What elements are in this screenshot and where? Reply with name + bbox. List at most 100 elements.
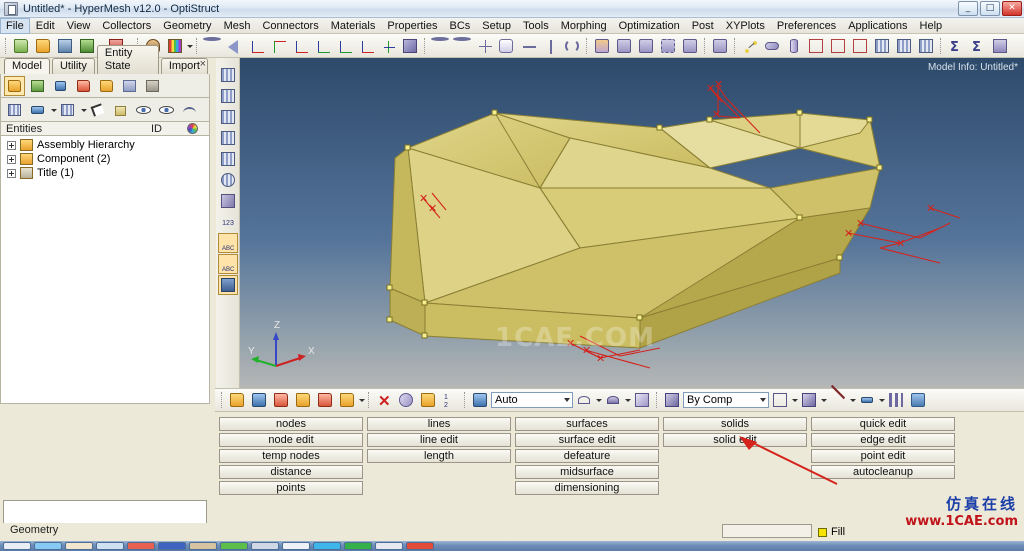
by-comp-chevron-down-icon[interactable] <box>760 398 766 402</box>
element-color-icon[interactable] <box>662 390 682 410</box>
taskbar-item[interactable] <box>313 542 341 550</box>
command-button-edge-edit[interactable]: edge edit <box>811 433 955 447</box>
status-field-left[interactable] <box>722 524 812 538</box>
menu-item-edit[interactable]: Edit <box>30 18 61 34</box>
mesh-circle-icon[interactable] <box>218 170 238 190</box>
mesh-display-icon[interactable] <box>218 65 238 85</box>
color-palette-icon[interactable] <box>165 36 185 56</box>
taskbar-item[interactable] <box>406 542 434 550</box>
command-button-point-edit[interactable]: point edit <box>811 449 955 463</box>
shaded-cube-2-chevron-down-icon[interactable] <box>820 391 827 409</box>
zoom-out-icon[interactable] <box>430 36 450 56</box>
mesh-frame-icon[interactable] <box>218 149 238 169</box>
material-icon[interactable] <box>73 76 94 96</box>
menu-item-morphing[interactable]: Morphing <box>555 18 613 34</box>
numbers-icon[interactable]: 123 <box>218 212 238 232</box>
model-tree[interactable]: Assembly Hierarchy Component (2) Title (1) <box>0 136 210 404</box>
menu-item-collectors[interactable]: Collectors <box>96 18 157 34</box>
pan-icon[interactable] <box>496 36 516 56</box>
view-iso-icon[interactable] <box>378 36 398 56</box>
mesh-arrow-icon[interactable] <box>916 36 936 56</box>
color-mode-icon[interactable] <box>470 390 490 410</box>
surface-icon[interactable] <box>27 100 48 120</box>
shaded-cube-2-icon[interactable] <box>799 390 819 410</box>
command-button-lines[interactable]: lines <box>367 417 511 431</box>
palette-chevron-down-icon[interactable] <box>186 37 193 55</box>
menu-item-geometry[interactable]: Geometry <box>157 18 217 34</box>
menu-item-mesh[interactable]: Mesh <box>218 18 257 34</box>
surface-fill-chevron-down-icon[interactable] <box>878 391 885 409</box>
taskbar-item[interactable] <box>96 542 124 550</box>
circle-center-icon[interactable] <box>562 36 582 56</box>
show-hide-icon[interactable] <box>133 100 154 120</box>
view-zx-icon[interactable] <box>290 36 310 56</box>
command-button-solids[interactable]: solids <box>663 417 807 431</box>
command-button-quick-edit[interactable]: quick edit <box>811 417 955 431</box>
summary-alt-icon[interactable]: Σ <box>968 36 988 56</box>
menu-item-properties[interactable]: Properties <box>381 18 443 34</box>
shaded-icon[interactable] <box>603 390 623 410</box>
command-button-temp-nodes[interactable]: temp nodes <box>219 449 363 463</box>
connector-icon[interactable] <box>740 36 760 56</box>
rotate-view-icon[interactable] <box>400 36 420 56</box>
material-collector-icon[interactable] <box>293 390 313 410</box>
display-icon[interactable] <box>908 390 928 410</box>
window-5-icon[interactable] <box>680 36 700 56</box>
menu-item-tools[interactable]: Tools <box>517 18 555 34</box>
taskbar-item[interactable] <box>282 542 310 550</box>
property-collector-icon[interactable] <box>271 390 291 410</box>
delete-icon[interactable]: ✕ <box>374 390 394 410</box>
tree-item[interactable]: Assembly Hierarchy <box>1 138 209 152</box>
tree-item[interactable]: Title (1) <box>1 166 209 180</box>
command-button-nodes[interactable]: nodes <box>219 417 363 431</box>
window-6-icon[interactable] <box>710 36 730 56</box>
mesh-shrink-icon[interactable] <box>218 107 238 127</box>
display-mode-select[interactable]: Auto <box>491 392 573 408</box>
shaded-chevron-down-icon[interactable] <box>624 391 631 409</box>
window-4-icon[interactable] <box>658 36 678 56</box>
command-button-line-edit[interactable]: line edit <box>367 433 511 447</box>
panel-close-icon[interactable]: × <box>200 58 206 70</box>
menu-item-file[interactable]: File <box>0 17 30 34</box>
color-wheel-icon[interactable] <box>187 123 209 134</box>
by-comp-select[interactable]: By Comp <box>683 392 769 408</box>
minimize-button[interactable]: _ <box>958 1 978 16</box>
view-zy-icon[interactable] <box>334 36 354 56</box>
wireframe-cube-icon[interactable] <box>770 390 790 410</box>
cube-icon[interactable] <box>850 36 870 56</box>
menu-item-connectors[interactable]: Connectors <box>256 18 324 34</box>
previous-view-icon[interactable] <box>224 36 244 56</box>
menu-item-optimization[interactable]: Optimization <box>613 18 686 34</box>
window-1-icon[interactable] <box>592 36 612 56</box>
view-xy-icon[interactable] <box>246 36 266 56</box>
new-model-icon[interactable] <box>11 36 31 56</box>
load-collector-icon[interactable] <box>96 76 117 96</box>
weld-icon[interactable] <box>762 36 782 56</box>
surface-chevron-down-icon[interactable] <box>50 101 57 119</box>
taskbar-item[interactable] <box>220 542 248 550</box>
command-button-autocleanup[interactable]: autocleanup <box>811 465 955 479</box>
renumber-icon[interactable]: 12 <box>440 390 460 410</box>
view-xz-icon[interactable] <box>312 36 332 56</box>
surface-fill-icon[interactable] <box>857 390 877 410</box>
expand-icon[interactable] <box>7 154 16 164</box>
command-button-points[interactable]: points <box>219 481 363 495</box>
mask-icon[interactable] <box>396 390 416 410</box>
calculator-icon[interactable] <box>990 36 1010 56</box>
element-fill-chevron-down-icon[interactable] <box>849 391 856 409</box>
menu-item-preferences[interactable]: Preferences <box>771 18 842 34</box>
wireframe-chevron-down-icon[interactable] <box>595 391 602 409</box>
menu-item-bcs[interactable]: BCs <box>444 18 477 34</box>
tab-utility[interactable]: Utility <box>51 58 95 74</box>
element-fill-icon[interactable] <box>828 384 848 410</box>
taskbar-item[interactable] <box>65 542 93 550</box>
window-2-icon[interactable] <box>614 36 634 56</box>
mesh-red-icon[interactable] <box>872 36 892 56</box>
view-yx-icon[interactable] <box>268 36 288 56</box>
mesh-pink-icon[interactable] <box>894 36 914 56</box>
load-collector-red-icon[interactable] <box>315 390 335 410</box>
mesh-icon[interactable] <box>4 100 25 120</box>
menu-item-help[interactable]: Help <box>914 18 949 34</box>
taskbar-item[interactable] <box>189 542 217 550</box>
box-icon[interactable] <box>806 36 826 56</box>
